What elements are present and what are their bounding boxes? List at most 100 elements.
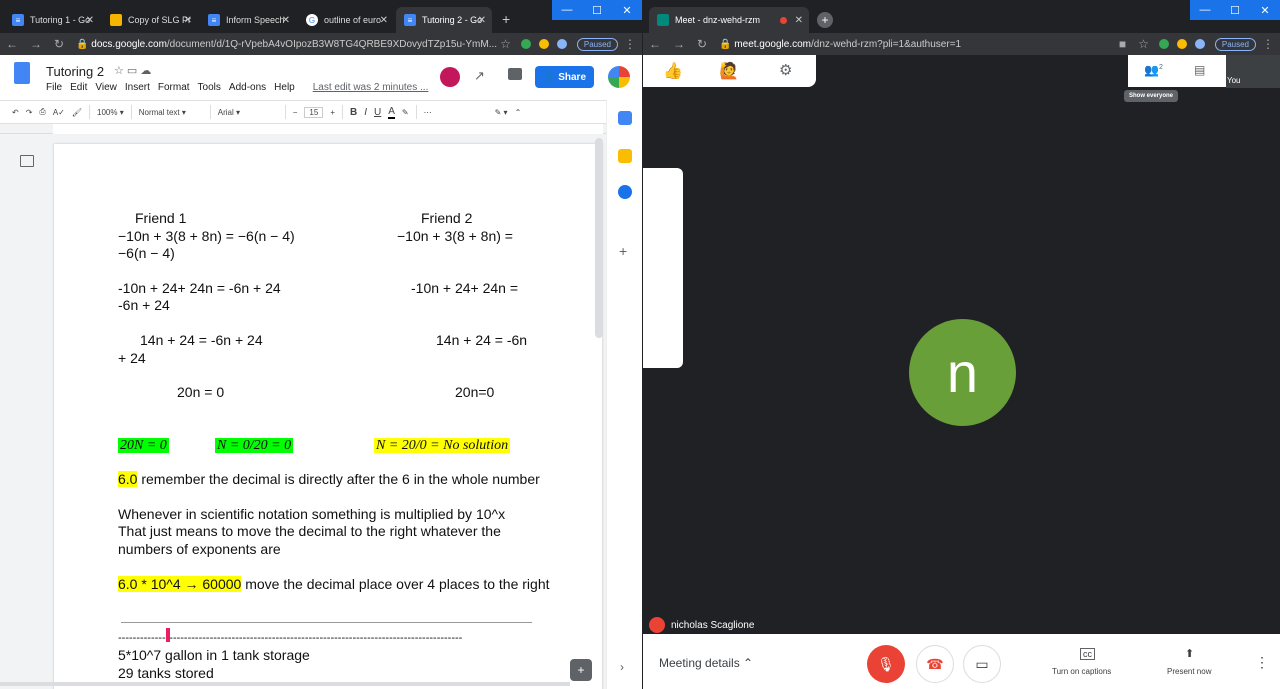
editing-mode-icon[interactable]: ✎ ▾ — [495, 108, 508, 117]
activity-icon[interactable]: ↗ — [474, 68, 485, 84]
explore-icon[interactable]: + — [570, 659, 592, 681]
menu-edit[interactable]: Edit — [70, 82, 87, 93]
add-addon-icon[interactable]: + — [619, 243, 627, 259]
tab-meet[interactable]: Meet - dnz-wehd-rzm ✕ — [649, 7, 809, 33]
url-field[interactable]: 🔒 docs.google.com/document/d/1Q-rVpebA4v… — [76, 39, 497, 50]
menu-file[interactable]: File — [46, 82, 62, 93]
camera-toggle-button[interactable]: ▭ — [963, 645, 1001, 683]
forward-icon[interactable]: → — [673, 37, 685, 51]
new-tab-icon[interactable]: + — [817, 12, 833, 28]
comment-icon[interactable] — [508, 68, 522, 80]
tab-slg[interactable]: Copy of SLG Pr ✕ — [102, 7, 198, 33]
chat-icon[interactable]: ▤ — [1194, 63, 1205, 77]
close-tab-icon[interactable]: ✕ — [184, 15, 192, 26]
last-edit-link[interactable]: Last edit was 2 minutes ... — [313, 82, 429, 93]
new-tab-icon[interactable]: + — [502, 11, 510, 27]
close-window-icon[interactable]: ✕ — [612, 0, 642, 20]
raise-hand-icon[interactable]: 🙋 — [719, 61, 739, 81]
menu-tools[interactable]: Tools — [198, 82, 221, 93]
tab-tutoring-2[interactable]: ≡ Tutoring 2 - Go ✕ — [396, 7, 492, 33]
outline-icon[interactable] — [20, 155, 34, 167]
print-icon[interactable]: ⎙ — [39, 107, 45, 117]
camera-indicator-icon[interactable]: ■ — [1119, 37, 1126, 51]
back-icon[interactable]: ← — [649, 37, 661, 51]
highlight-icon[interactable]: ✎ — [402, 108, 409, 117]
mic-toggle-button[interactable]: 🎙 — [867, 645, 905, 683]
close-window-icon[interactable]: ✕ — [1250, 0, 1280, 20]
style-select[interactable]: Normal text ▾ — [139, 108, 203, 117]
close-tab-icon[interactable]: ✕ — [478, 15, 486, 26]
menu-addons[interactable]: Add-ons — [229, 82, 266, 93]
extension-icon[interactable] — [520, 39, 531, 49]
doc-title[interactable]: Tutoring 2 — [46, 64, 104, 79]
people-icon[interactable]: 👥2 — [1144, 63, 1163, 77]
bold-button[interactable]: B — [350, 107, 357, 118]
underline-button[interactable]: U — [374, 107, 381, 118]
tab-outline[interactable]: Goutline of euro ✕ — [298, 7, 394, 33]
account-avatar[interactable] — [608, 66, 630, 88]
font-select[interactable]: Arial ▾ — [218, 108, 278, 117]
back-icon[interactable]: ← — [6, 37, 18, 51]
zoom-select[interactable]: 100% ▾ — [97, 108, 124, 117]
settings-gear-icon[interactable]: ⚙ — [779, 61, 792, 79]
collapse-icon[interactable]: ⌃ — [515, 108, 522, 117]
font-size-increase-button[interactable]: + — [330, 108, 335, 117]
star-doc-icon[interactable]: ☆ ▭ ☁ — [114, 64, 151, 77]
present-icon[interactable]: ⬆ — [1185, 647, 1194, 660]
keep-icon[interactable] — [618, 149, 632, 163]
italic-button[interactable]: I — [364, 107, 367, 118]
more-options-icon[interactable]: ⋮ — [1255, 654, 1269, 671]
extension-icon[interactable] — [1158, 39, 1169, 49]
more-icon[interactable]: ⋮ — [1262, 37, 1274, 51]
puzzle-icon[interactable] — [1194, 39, 1205, 49]
extension-icon[interactable] — [1176, 39, 1187, 49]
menu-insert[interactable]: Insert — [125, 82, 150, 93]
horizontal-scrollbar[interactable] — [0, 682, 570, 686]
redo-icon[interactable]: ↷ — [26, 108, 33, 117]
profile-paused-button[interactable]: Paused — [1214, 37, 1256, 51]
maximize-icon[interactable]: ☐ — [582, 0, 612, 20]
close-tab-icon[interactable]: ✕ — [795, 15, 803, 26]
menu-view[interactable]: View — [95, 82, 117, 93]
forward-icon[interactable]: → — [30, 37, 42, 51]
docs-logo-icon[interactable] — [14, 62, 30, 84]
puzzle-icon[interactable] — [556, 39, 567, 49]
reload-icon[interactable]: ↻ — [54, 37, 64, 51]
menu-help[interactable]: Help — [274, 82, 295, 93]
menu-format[interactable]: Format — [158, 82, 190, 93]
tasks-icon[interactable] — [618, 185, 632, 199]
document-scrollbar[interactable] — [595, 138, 603, 338]
maximize-icon[interactable]: ☐ — [1220, 0, 1250, 20]
text-color-button[interactable]: A — [388, 106, 395, 119]
paint-format-icon[interactable]: 🖌 — [72, 108, 82, 117]
minimize-icon[interactable]: — — [1190, 0, 1220, 20]
captions-button[interactable]: Turn on captions — [1052, 667, 1111, 676]
tab-tutoring-1[interactable]: ≡ Tutoring 1 - Go ✕ — [4, 7, 100, 33]
close-tab-icon[interactable]: ✕ — [282, 15, 290, 26]
spellcheck-icon[interactable]: A✓ — [53, 108, 65, 117]
leave-call-button[interactable]: ☎ — [916, 645, 954, 683]
expand-panel-icon[interactable]: › — [620, 660, 624, 674]
captions-icon[interactable]: cc — [1080, 648, 1095, 660]
close-tab-icon[interactable]: ✕ — [380, 15, 388, 26]
share-button[interactable]: 👤 Share — [535, 66, 594, 88]
star-icon[interactable]: ☆ — [500, 37, 511, 51]
present-now-button[interactable]: Present now — [1167, 667, 1211, 676]
profile-paused-button[interactable]: Paused — [576, 37, 618, 51]
close-tab-icon[interactable]: ✕ — [86, 15, 94, 26]
thumbs-up-icon[interactable]: 👍 — [663, 61, 683, 81]
undo-icon[interactable]: ↶ — [12, 108, 19, 117]
calendar-icon[interactable] — [618, 111, 632, 125]
url-field[interactable]: 🔒 meet.google.com/dnz-wehd-rzm?pli=1&aut… — [719, 39, 961, 50]
tab-inform-speech[interactable]: ≡ Inform Speech ✕ — [200, 7, 296, 33]
star-icon[interactable]: ☆ — [1138, 37, 1149, 51]
more-icon[interactable]: ⋮ — [624, 37, 636, 51]
ruler[interactable] — [0, 124, 606, 134]
reload-icon[interactable]: ↻ — [697, 37, 707, 51]
more-tools-icon[interactable]: ⋯ — [424, 108, 432, 117]
extension-icon[interactable] — [538, 39, 549, 49]
meeting-details-button[interactable]: Meeting details ⌃ — [659, 656, 753, 670]
minimize-icon[interactable]: — — [552, 0, 582, 20]
font-size-decrease-button[interactable]: − — [293, 108, 298, 117]
collaborator-avatar[interactable] — [440, 67, 460, 87]
